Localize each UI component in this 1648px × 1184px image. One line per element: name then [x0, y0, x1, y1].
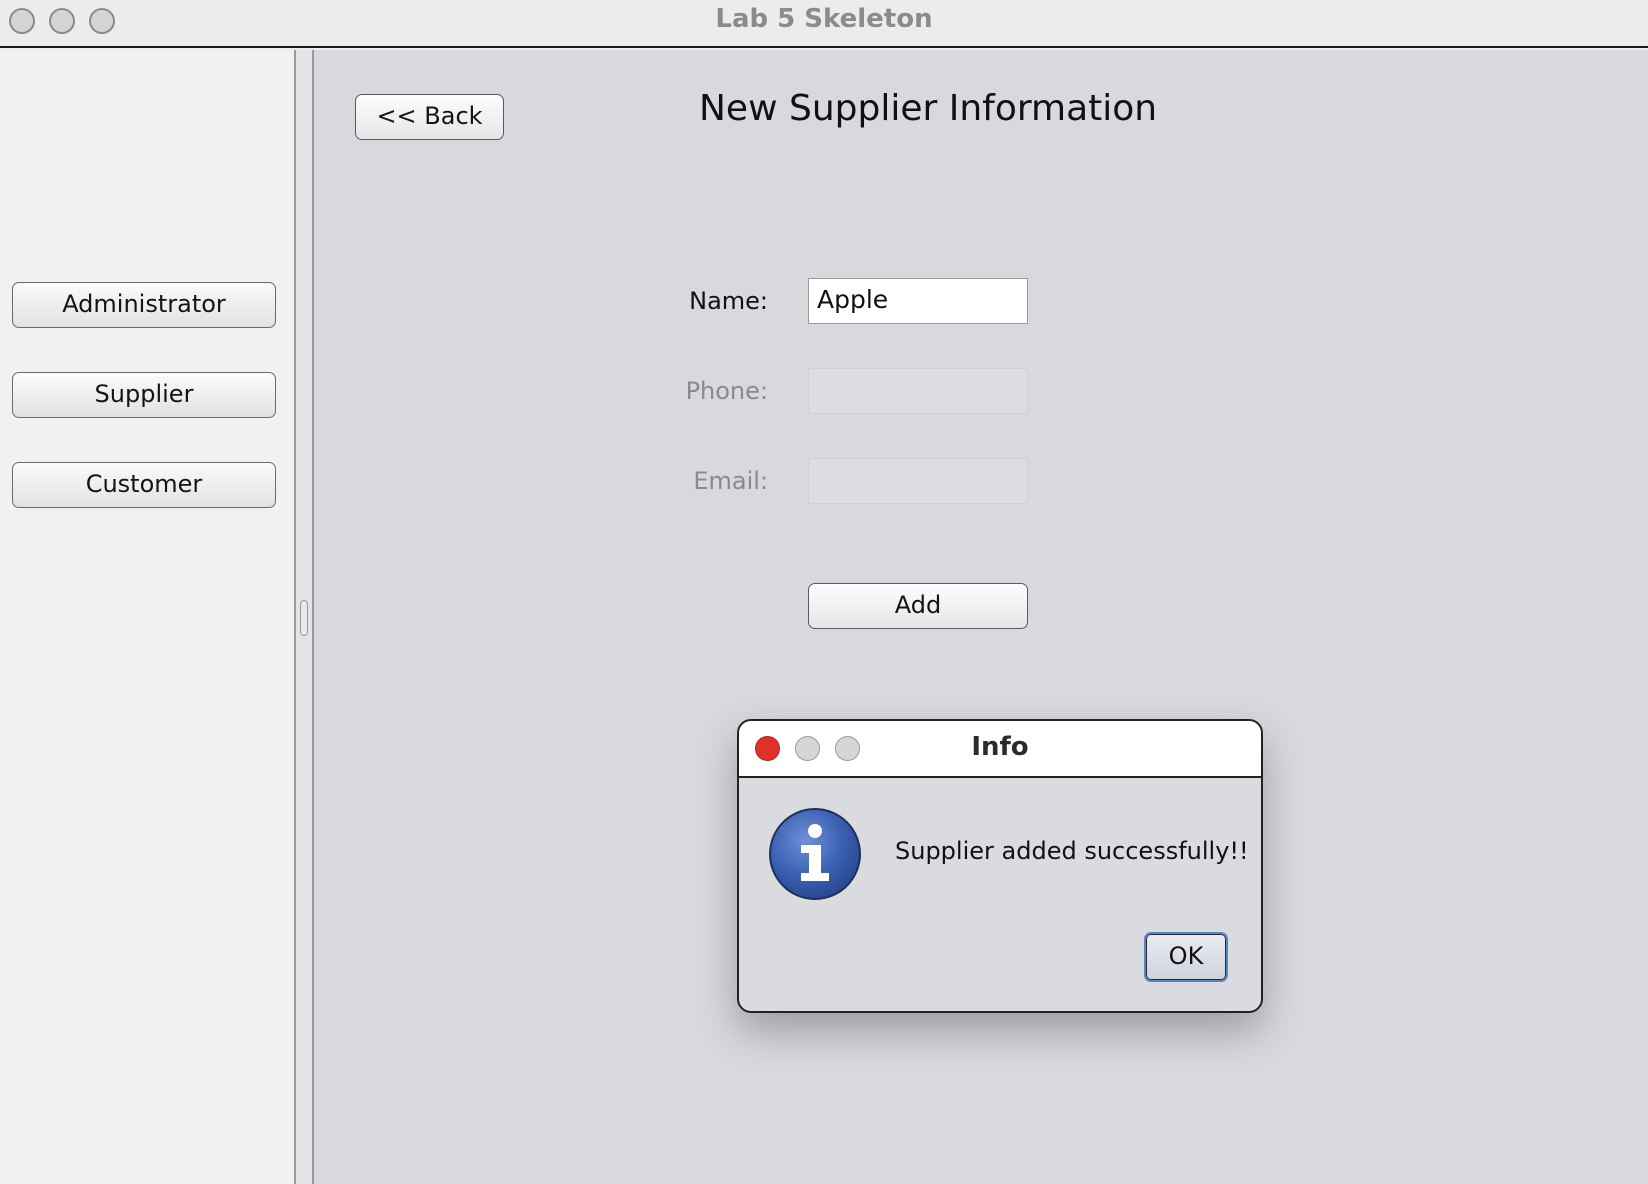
email-field[interactable] [808, 458, 1028, 504]
dialog-message: Supplier added successfully!! [895, 837, 1249, 865]
ok-button[interactable]: OK [1144, 932, 1228, 982]
administrator-button[interactable]: Administrator [12, 282, 276, 328]
info-icon [768, 807, 862, 901]
email-label: Email: [693, 467, 768, 495]
phone-field[interactable] [808, 368, 1028, 414]
info-dialog: Info Supplier added successfully!! OK [737, 719, 1263, 1013]
window-titlebar: Lab 5 Skeleton [0, 0, 1648, 48]
back-button[interactable]: << Back [355, 94, 504, 140]
customer-button[interactable]: Customer [12, 462, 276, 508]
window-title: Lab 5 Skeleton [715, 4, 933, 34]
add-button[interactable]: Add [808, 583, 1028, 629]
phone-label: Phone: [685, 377, 768, 405]
split-pane-divider[interactable] [294, 50, 314, 1184]
name-label: Name: [689, 287, 768, 315]
dialog-title: Info [971, 732, 1029, 762]
divider-grip-handle[interactable] [300, 600, 308, 636]
name-field[interactable]: Apple [808, 278, 1028, 324]
dialog-titlebar: Info [739, 721, 1261, 778]
supplier-button[interactable]: Supplier [12, 372, 276, 418]
page-title: New Supplier Information [699, 88, 1158, 129]
sidebar: Administrator Supplier Customer [0, 50, 294, 1184]
